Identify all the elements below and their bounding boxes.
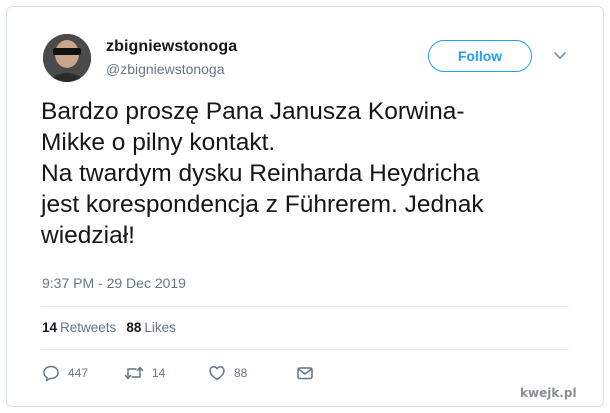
display-name[interactable]: zbigniewstonoga [106,38,237,56]
retweets-label: Retweets [60,320,117,335]
like-count: 88 [234,366,248,380]
likes-stat[interactable]: 88 Likes [126,320,176,335]
chevron-down-icon[interactable] [552,48,568,64]
likes-label: Likes [144,320,176,335]
reply-count: 447 [68,366,89,380]
action-bar: 447 14 88 [42,364,314,382]
divider [41,306,569,307]
retweet-icon [124,366,144,380]
divider [41,349,569,350]
reply-icon [43,365,59,382]
engagement-stats: 14 Retweets 88 Likes [42,320,176,335]
direct-message-button[interactable] [296,364,314,382]
retweet-button[interactable]: 14 [124,364,208,382]
envelope-icon [297,367,313,380]
avatar-person-icon [43,34,91,82]
likes-count: 88 [126,320,142,335]
retweets-count: 14 [42,320,58,335]
watermark-logo: kwejk.pl [520,386,577,400]
like-button[interactable]: 88 [208,364,296,382]
user-handle[interactable]: @zbigniewstonoga [106,61,225,77]
follow-button[interactable]: Follow [428,40,532,72]
reply-button[interactable]: 447 [42,364,124,382]
retweet-count: 14 [152,366,166,380]
heart-icon [209,366,225,381]
retweets-stat[interactable]: 14 Retweets [42,320,116,335]
tweet-timestamp[interactable]: 9:37 PM - 29 Dec 2019 [42,275,186,291]
tweet-text: Bardzo proszę Pana Janusza Korwina- Mikk… [41,98,484,249]
avatar[interactable] [43,34,91,82]
